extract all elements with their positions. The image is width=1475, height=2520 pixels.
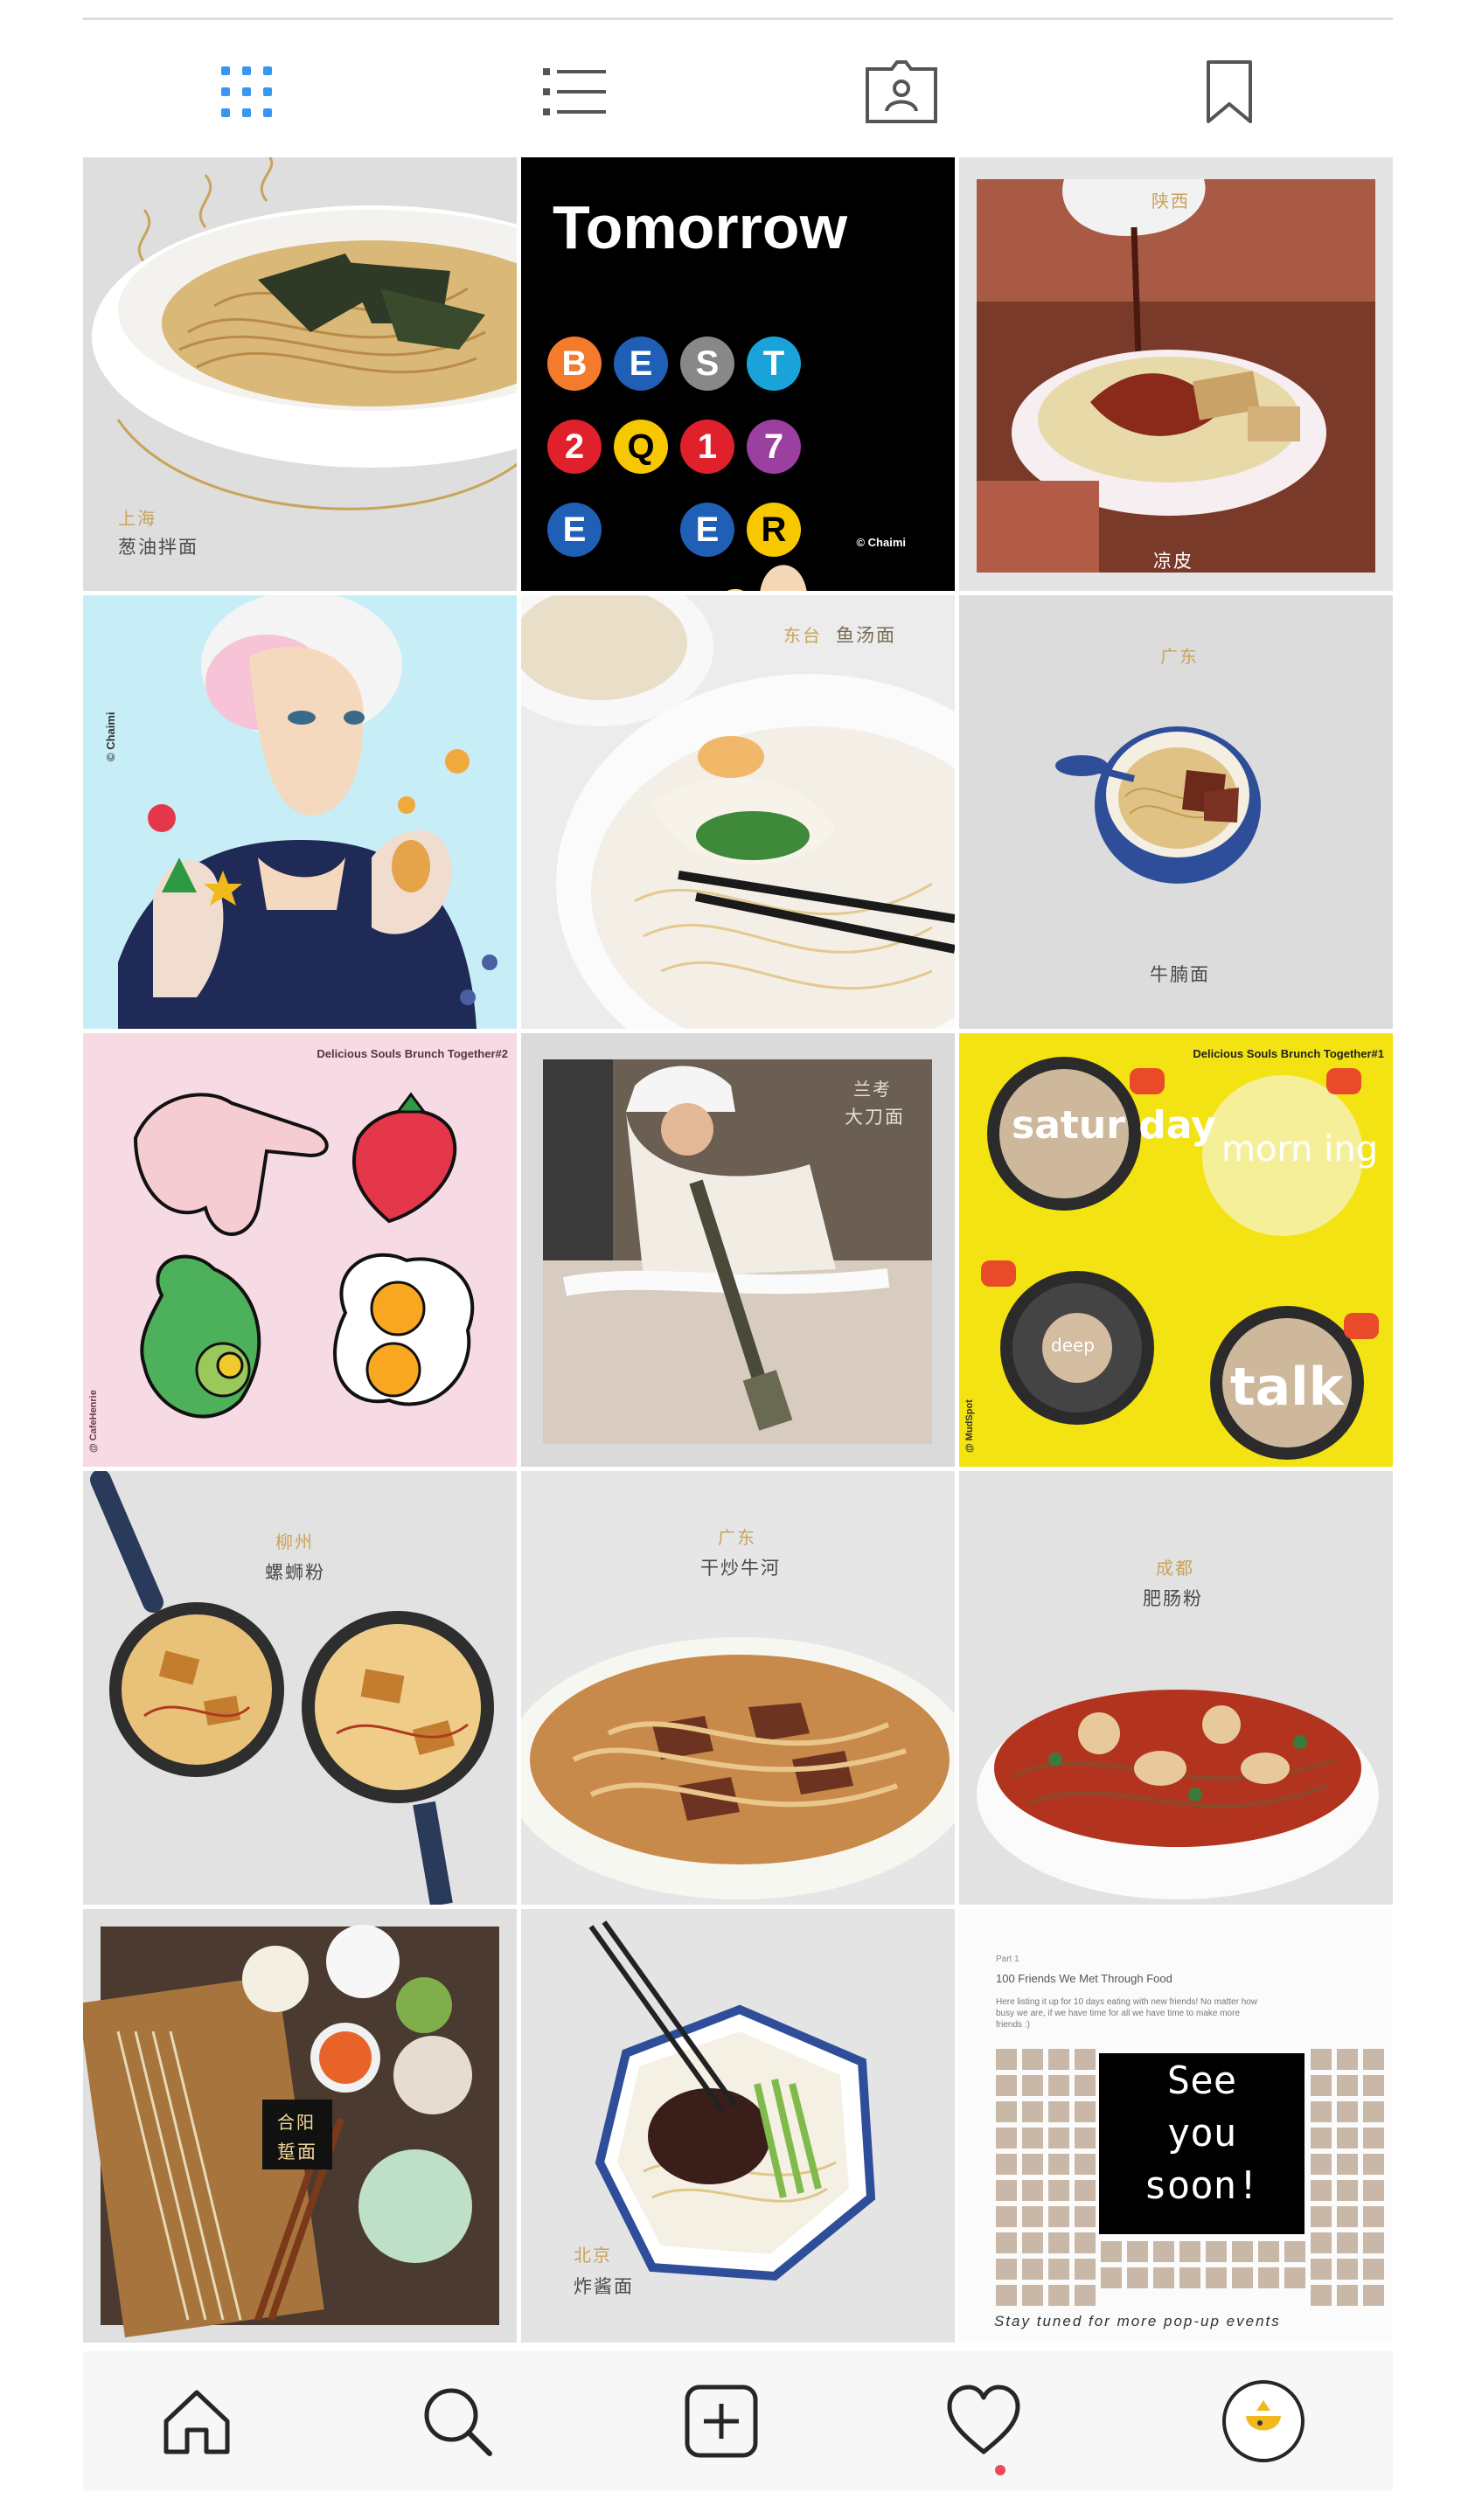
profile-screen: 上海 葱油拌面 Tomorrow B E S T 2 Q 1 7 E E R ©…	[83, 0, 1393, 2520]
list-icon	[543, 68, 606, 115]
post-tile[interactable]: 北京 炸酱面	[521, 1909, 955, 2343]
tagged-user-icon	[866, 60, 937, 123]
woman-illustration	[118, 595, 497, 1029]
badge-row: E E R	[547, 503, 807, 591]
badge: 1	[680, 420, 734, 474]
grid-icon	[221, 66, 272, 117]
badge: E	[614, 337, 668, 391]
badge: 2	[547, 420, 602, 474]
profile-view-tabs	[83, 35, 1393, 140]
post-tile[interactable]: 陕西 凉皮	[959, 157, 1393, 591]
post-tile[interactable]: 广东 牛腩面	[959, 595, 1393, 1029]
post-tile[interactable]: Part 1 100 Friends We Met Through Food H…	[959, 1909, 1393, 2343]
post-credit: @ MudSpot	[964, 1399, 975, 1453]
post-region: 陕西	[1151, 191, 1190, 212]
post-credit: © Chaimi	[104, 712, 117, 761]
see-you-soon-box: See you soon!	[1099, 2053, 1305, 2234]
bookmark-icon	[1207, 60, 1252, 123]
hand-icon	[614, 503, 807, 591]
tab-list[interactable]	[522, 52, 627, 131]
brunch-stickers-illustration	[133, 1092, 475, 1419]
post-dish: 大刀面	[845, 1107, 905, 1128]
liangpi-photo	[977, 179, 1375, 573]
badge: Q	[614, 420, 668, 474]
word-talk: talk	[1230, 1357, 1344, 1418]
post-tile[interactable]: 上海 葱油拌面	[83, 157, 517, 591]
post-region: 东台	[783, 625, 822, 646]
post-dish: 葱油拌面	[118, 537, 198, 558]
box-line: See	[1166, 2058, 1237, 2103]
post-tile[interactable]: 成都 肥肠粉	[959, 1471, 1393, 1905]
home-icon	[164, 2390, 230, 2454]
post-dish: 炸酱面	[574, 2276, 634, 2297]
post-tile[interactable]: © Chaimi	[83, 595, 517, 1029]
nav-activity[interactable]	[940, 2378, 1027, 2465]
post-region: 上海	[118, 508, 157, 529]
post-dish: 鱼汤面	[836, 625, 896, 646]
post-region: 广东	[718, 1527, 756, 1548]
tab-grid[interactable]	[194, 52, 299, 131]
badge: S	[680, 337, 734, 391]
post-tile[interactable]: 合阳 踅面	[83, 1909, 517, 2343]
post-tile[interactable]: Delicious Souls Brunch Together#1 satur …	[959, 1033, 1393, 1467]
post-dish: 牛腩面	[1150, 964, 1210, 985]
top-divider	[83, 17, 1393, 20]
post-grid: 上海 葱油拌面 Tomorrow B E S T 2 Q 1 7 E E R ©…	[83, 157, 1393, 2343]
post-credit: @ CafeHenrie	[88, 1390, 99, 1453]
add-post-icon	[685, 2385, 758, 2458]
post-tile[interactable]: 兰考 大刀面	[521, 1033, 955, 1467]
badge-row: B E S T	[547, 337, 801, 391]
badge-row: 2 Q 1 7	[547, 420, 801, 474]
badge: B	[547, 337, 602, 391]
post-dish: 螺蛳粉	[265, 1562, 325, 1583]
post-region: 合阳	[277, 2112, 316, 2133]
post-title: Tomorrow	[553, 193, 848, 261]
activity-notification-dot	[995, 2465, 1005, 2475]
tab-tagged[interactable]	[849, 52, 954, 131]
nav-search[interactable]	[414, 2378, 501, 2465]
post-tile[interactable]: 柳州 螺蛳粉	[83, 1471, 517, 1905]
badge: 7	[747, 420, 801, 474]
feichang-fen-bowl-photo	[977, 1690, 1379, 1899]
heart-icon	[947, 2385, 1020, 2454]
word-morning: morn ing	[1221, 1129, 1379, 1170]
badge: T	[747, 337, 801, 391]
search-icon	[424, 2388, 492, 2456]
post-dish: 凉皮	[1153, 551, 1193, 572]
post-dish: 踅面	[277, 2142, 317, 2162]
tab-saved[interactable]	[1177, 52, 1282, 131]
word-saturday: satur day	[1012, 1103, 1216, 1148]
post-dish: 干炒牛河	[700, 1558, 781, 1579]
post-credit: © Chaimi	[856, 536, 906, 549]
post-tile[interactable]: 东台 鱼汤面	[521, 595, 955, 1029]
post-region: 北京	[574, 2245, 612, 2266]
word-deep: deep	[1051, 1335, 1095, 1356]
post-dish: 肥肠粉	[1143, 1588, 1203, 1609]
post-tile[interactable]: 广东 干炒牛河	[521, 1471, 955, 1905]
post-region: 广东	[1160, 646, 1199, 667]
post-tile[interactable]: Delicious Souls Brunch Together#2 @ Cafe…	[83, 1033, 517, 1467]
nav-profile[interactable]	[1220, 2378, 1307, 2465]
profile-avatar	[1222, 2380, 1305, 2462]
post-region: 柳州	[275, 1531, 314, 1552]
nav-add-post[interactable]	[678, 2378, 765, 2465]
post-tile[interactable]: Tomorrow B E S T 2 Q 1 7 E E R © Chaimi	[521, 157, 955, 591]
box-line: soon!	[1144, 2163, 1260, 2208]
nav-home[interactable]	[153, 2378, 240, 2465]
post-region: 成都	[1156, 1558, 1194, 1579]
bottom-navigation	[83, 2351, 1393, 2491]
box-line: you	[1166, 2111, 1237, 2156]
post-region: 兰考	[853, 1079, 892, 1100]
post-footer: Stay tuned for more pop-up events	[994, 2313, 1281, 2329]
fish-soup-noodle-photo	[521, 595, 955, 1029]
